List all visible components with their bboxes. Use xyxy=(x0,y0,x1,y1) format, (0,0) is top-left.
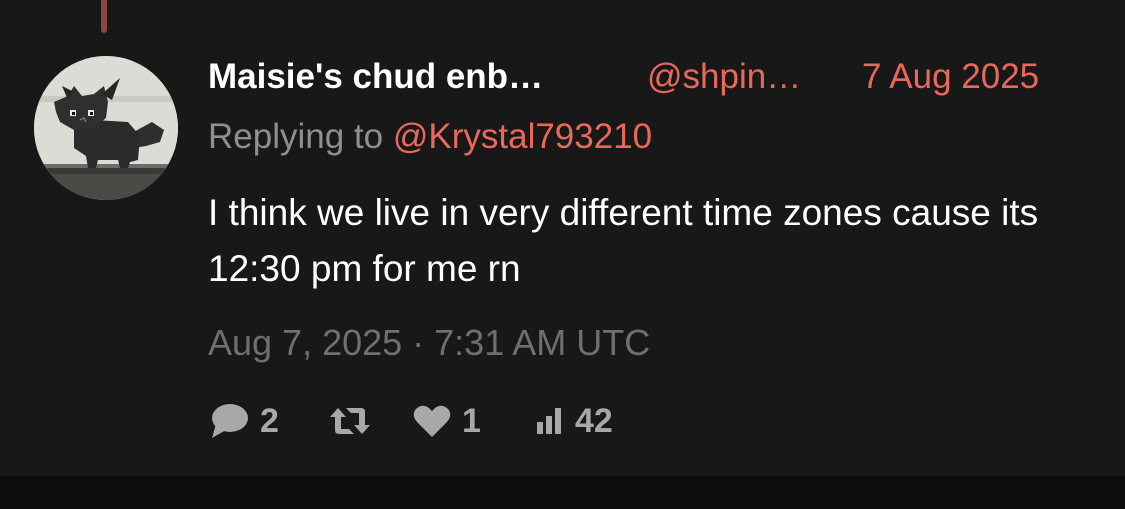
comment-bubble-icon xyxy=(212,404,248,438)
replying-to: Replying to @Krystal793210 xyxy=(208,115,652,159)
thread-connector-line xyxy=(101,0,107,33)
heart-icon xyxy=(413,405,451,437)
like-count: 1 xyxy=(462,402,481,440)
tweet-date-link[interactable]: 7 Aug 2025 xyxy=(862,55,1039,99)
tweet-text: I think we live in very different time z… xyxy=(208,192,1039,289)
avatar-image xyxy=(34,56,178,200)
replying-to-handle[interactable]: @Krystal793210 xyxy=(393,117,652,156)
avatar[interactable] xyxy=(34,56,178,200)
tweet-timestamp[interactable]: Aug 7, 2025 · 7:31 AM UTC xyxy=(208,320,650,366)
author-handle[interactable]: @shpin… xyxy=(647,55,801,99)
bar-chart-icon xyxy=(537,408,561,434)
retweet-icon xyxy=(330,408,370,434)
retweet-button[interactable] xyxy=(328,398,382,444)
author-name[interactable]: Maisie's chud enb… xyxy=(208,55,543,99)
replying-to-prefix: Replying to xyxy=(208,117,384,156)
like-button[interactable]: 1 xyxy=(412,398,481,444)
next-item-divider xyxy=(0,476,1125,509)
views-count: 42 xyxy=(575,402,613,440)
reply-count: 2 xyxy=(260,402,279,440)
views-button[interactable]: 42 xyxy=(535,398,613,444)
tweet-card: Maisie's chud enb… @shpin… 7 Aug 2025 Re… xyxy=(0,0,1125,476)
reply-button[interactable]: 2 xyxy=(208,398,279,444)
